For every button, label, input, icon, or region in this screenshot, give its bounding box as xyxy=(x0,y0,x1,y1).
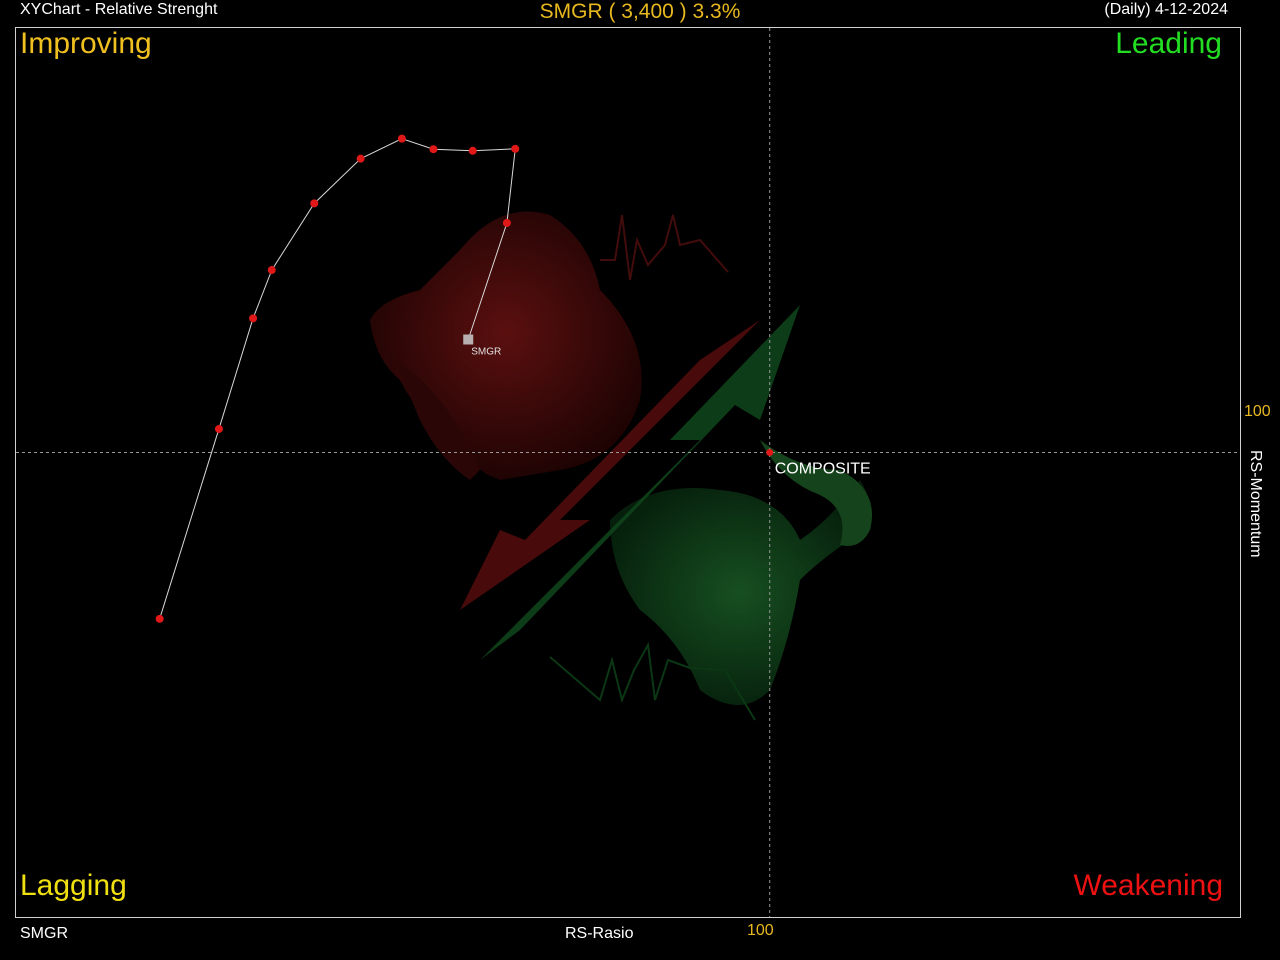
composite-label: COMPOSITE xyxy=(775,460,871,477)
quadrant-lagging-label: Lagging xyxy=(20,869,127,902)
trail-point xyxy=(155,614,164,623)
trail-point xyxy=(429,145,438,154)
current-position-marker xyxy=(463,334,474,345)
footer-symbol: SMGR xyxy=(20,925,68,942)
x-tick-label: 100 xyxy=(747,922,774,939)
trail-point xyxy=(468,146,477,155)
trail-point xyxy=(214,424,223,433)
bear-head-shape xyxy=(370,211,642,480)
bull-head-shape xyxy=(610,480,868,705)
rrg-chart: SMGR COMPOSITE xyxy=(15,27,1241,918)
trail-point xyxy=(310,199,319,208)
composite-point xyxy=(766,448,774,456)
y-tick-label: 100 xyxy=(1244,403,1271,420)
quadrant-leading-label: Leading xyxy=(1115,27,1222,60)
trail-point xyxy=(511,144,520,153)
quadrant-improving-label: Improving xyxy=(20,27,152,60)
trail-point xyxy=(356,154,365,163)
red-pulse-line xyxy=(600,214,729,281)
current-position-label: SMGR xyxy=(471,347,501,358)
trail-point xyxy=(249,314,258,323)
quadrant-weakening-label: Weakening xyxy=(1073,869,1223,902)
trail-point xyxy=(267,266,276,275)
trail-point xyxy=(397,134,406,143)
x-axis-label: RS-Rasio xyxy=(565,925,634,942)
plot-frame xyxy=(15,27,1241,918)
composite-reference: COMPOSITE xyxy=(766,448,871,477)
y-axis-label: RS-Momentum xyxy=(1247,450,1264,558)
trail-point xyxy=(502,218,511,227)
